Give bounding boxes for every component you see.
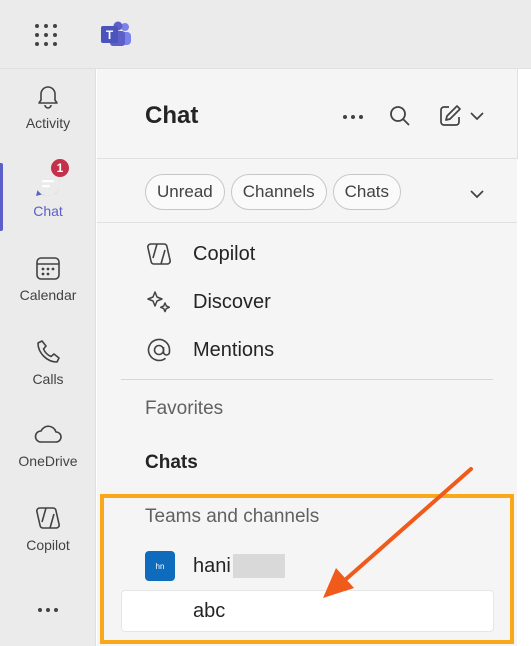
chevron-down-icon bbox=[470, 190, 484, 199]
team-name: hani bbox=[193, 554, 231, 577]
section-teams-and-channels[interactable]: Teams and channels bbox=[145, 506, 319, 528]
filter-chats[interactable]: Chats bbox=[332, 174, 402, 210]
rail-item-activity[interactable]: Activity bbox=[0, 81, 96, 161]
redacted-text bbox=[232, 554, 285, 578]
copilot-icon bbox=[33, 503, 63, 533]
divider bbox=[97, 222, 517, 223]
page-title: Chat bbox=[145, 102, 199, 129]
rail-item-chat[interactable]: 1 Chat bbox=[0, 157, 96, 249]
rail-item-calendar[interactable]: Calendar bbox=[0, 253, 96, 333]
cloud-icon bbox=[33, 419, 63, 449]
top-bar: T bbox=[0, 0, 531, 69]
search-icon bbox=[390, 106, 410, 126]
chat-list-panel: Chat Unread Channels Chats Copilot Disco… bbox=[97, 69, 517, 646]
filter-chips: Unread Channels Chats bbox=[145, 174, 402, 210]
section-favorites[interactable]: Favorites bbox=[145, 398, 223, 420]
team-item[interactable]: hn hani bbox=[145, 550, 285, 582]
rail-item-onedrive[interactable]: OneDrive bbox=[0, 419, 96, 499]
channel-name: abc bbox=[193, 599, 226, 622]
teams-logo-icon: T bbox=[101, 21, 131, 46]
unread-badge: 1 bbox=[49, 157, 71, 179]
sparkle-icon bbox=[145, 288, 173, 316]
filter-channels[interactable]: Channels bbox=[230, 174, 327, 210]
filter-unread[interactable]: Unread bbox=[145, 174, 225, 210]
chevron-down-icon bbox=[470, 112, 484, 121]
nav-item-label: Mentions bbox=[193, 338, 275, 361]
more-options-button[interactable] bbox=[340, 105, 366, 129]
more-icon bbox=[343, 115, 363, 119]
teams-logo-letter: T bbox=[106, 28, 114, 42]
rail-item-label: Copilot bbox=[26, 537, 70, 553]
filters-expand-button[interactable] bbox=[465, 182, 489, 206]
nav-item-label: Copilot bbox=[193, 242, 256, 265]
rail-item-label: OneDrive bbox=[18, 453, 78, 469]
bell-icon bbox=[33, 81, 63, 111]
rail-item-label: Activity bbox=[25, 115, 71, 131]
chat-icon: 1 bbox=[33, 157, 71, 199]
section-chats[interactable]: Chats bbox=[145, 452, 198, 474]
rail-item-label: Chat bbox=[33, 203, 63, 219]
search-button[interactable] bbox=[387, 103, 413, 129]
divider bbox=[517, 69, 518, 159]
nav-item-label: Discover bbox=[193, 290, 271, 313]
divider bbox=[97, 158, 517, 159]
divider bbox=[121, 379, 493, 380]
rail-item-calls[interactable]: Calls bbox=[0, 337, 96, 417]
rail-item-label: Calls bbox=[32, 371, 64, 387]
more-apps-icon[interactable] bbox=[33, 600, 63, 620]
compose-icon bbox=[440, 105, 461, 126]
nav-item-copilot[interactable]: Copilot bbox=[145, 236, 255, 272]
rail-item-copilot[interactable]: Copilot bbox=[0, 503, 96, 583]
phone-icon bbox=[33, 337, 63, 367]
team-avatar: hn bbox=[145, 551, 175, 581]
new-chat-button[interactable] bbox=[433, 102, 489, 130]
nav-item-discover[interactable]: Discover bbox=[145, 284, 271, 320]
app-bar: Activity 1 Chat Calendar Calls OneDrive … bbox=[0, 69, 96, 646]
rail-item-label: Calendar bbox=[19, 287, 77, 303]
nav-item-mentions[interactable]: Mentions bbox=[145, 332, 274, 368]
copilot-icon bbox=[145, 240, 173, 268]
channel-item[interactable]: abc bbox=[121, 590, 494, 632]
calendar-icon bbox=[33, 253, 63, 283]
at-icon bbox=[145, 336, 173, 364]
app-launcher-icon[interactable] bbox=[33, 22, 59, 48]
